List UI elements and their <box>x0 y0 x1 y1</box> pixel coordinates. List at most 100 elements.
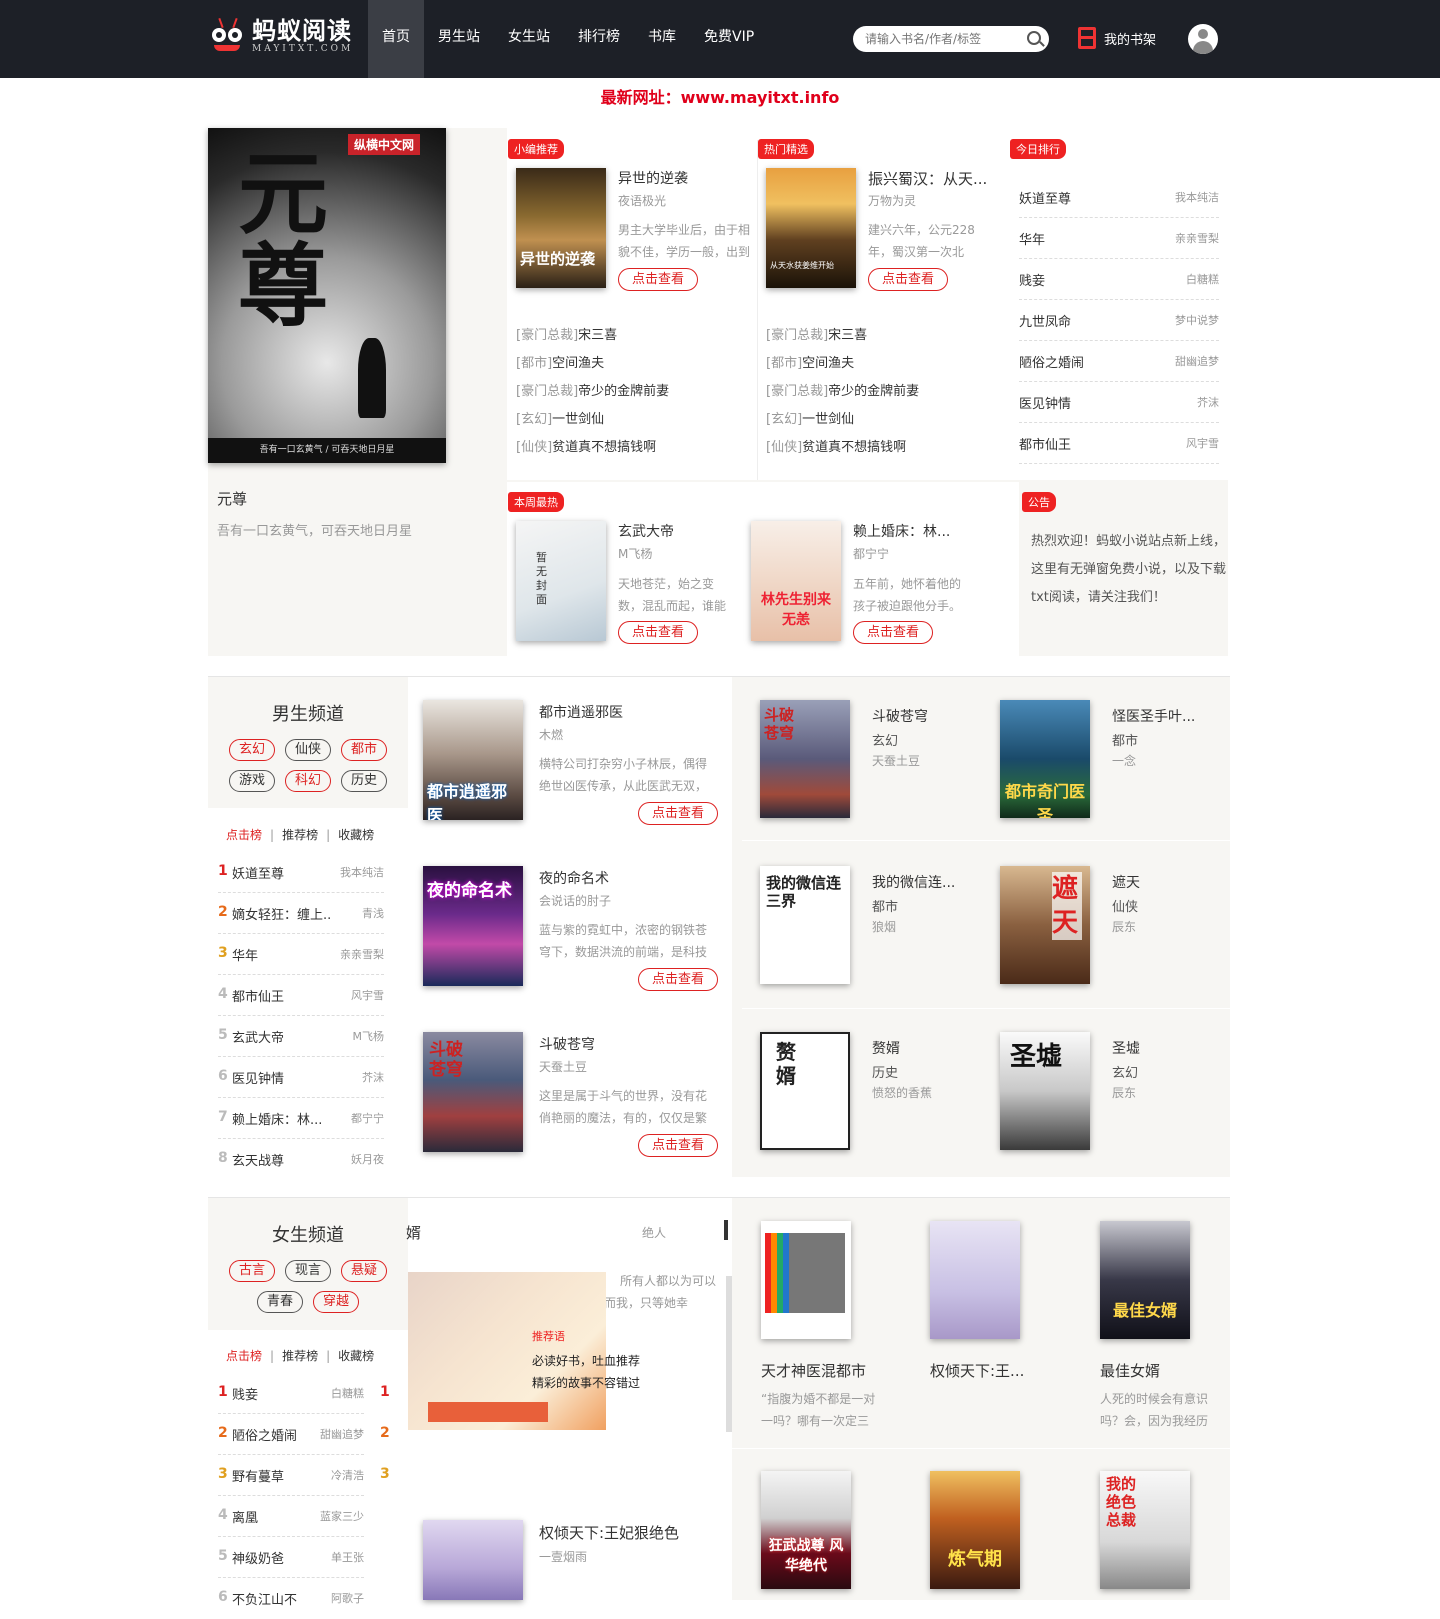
week-hot-view-button-2[interactable]: 点击查看 <box>853 621 933 644</box>
user-avatar-icon[interactable] <box>1188 24 1218 54</box>
male-grid-cover-3[interactable]: 我的微信连三界 <box>760 866 850 984</box>
rank-row[interactable]: 2 陋俗之婚闹 甜幽追梦 <box>218 1414 364 1455</box>
male-grid-cover-6[interactable]: 圣墟 <box>1000 1032 1090 1150</box>
male-grid-cover-1[interactable]: 斗破苍穹 <box>760 700 850 818</box>
female-grid-title-1[interactable]: 天才神医混都市 <box>761 1360 866 1381</box>
nav-library[interactable]: 书库 <box>634 0 690 78</box>
genre-pill[interactable]: 青春 <box>257 1291 303 1313</box>
list-item[interactable]: [都市]空间渔夫 <box>766 352 854 371</box>
list-item[interactable]: [仙侠]贫道真不想搞钱啊 <box>766 436 906 455</box>
rank-row[interactable]: 1 妖道至尊 我本纯洁 <box>218 852 384 893</box>
male-grid-cover-4[interactable]: 遮天 <box>1000 866 1090 984</box>
list-item[interactable]: [玄幻]一世剑仙 <box>516 408 604 427</box>
genre-pill[interactable]: 穿越 <box>313 1291 359 1313</box>
rank-row[interactable]: 妖道至尊 我本纯洁 <box>1019 178 1219 218</box>
genre-pill[interactable]: 仙侠 <box>285 739 331 761</box>
list-item[interactable]: [豪门总裁]宋三喜 <box>516 324 617 343</box>
tab-click-rank[interactable]: 点击榜 <box>226 828 262 842</box>
week-hot-title-1[interactable]: 玄武大帝 <box>618 521 674 541</box>
hot-pick-view-button[interactable]: 点击查看 <box>868 268 948 291</box>
nav-home[interactable]: 首页 <box>368 0 424 78</box>
male-feature-title-1[interactable]: 都市逍遥邪医 <box>539 702 623 722</box>
female-feature-title[interactable]: 权倾天下:王妃狠绝色 <box>539 1522 679 1543</box>
male-feature-view-button-2[interactable]: 点击查看 <box>638 968 718 991</box>
female-grid-cover-3[interactable]: 最佳女婿 <box>1100 1221 1190 1339</box>
female-feature-cover[interactable] <box>423 1520 523 1600</box>
list-item[interactable]: [都市]空间渔夫 <box>516 352 604 371</box>
list-item[interactable]: [豪门总裁]帝少的金牌前妻 <box>516 380 669 399</box>
editor-pick-view-button[interactable]: 点击查看 <box>618 268 698 291</box>
slide-cover-image[interactable] <box>408 1272 606 1430</box>
rank-row[interactable]: 都市仙王 风宇雪 <box>1019 424 1219 464</box>
list-item[interactable]: [豪门总裁]帝少的金牌前妻 <box>766 380 919 399</box>
editor-pick-title[interactable]: 异世的逆袭 <box>618 168 688 188</box>
tab-recommend-rank[interactable]: 推荐榜 <box>282 1349 318 1363</box>
male-grid-title-4[interactable]: 遮天 <box>1112 872 1140 892</box>
rank-row[interactable]: 2 嫡女轻狂：缠上... 青浅 <box>218 893 384 934</box>
week-hot-cover-1[interactable]: 暂无封面 <box>516 521 606 641</box>
genre-pill[interactable]: 悬疑 <box>341 1260 387 1282</box>
tab-click-rank[interactable]: 点击榜 <box>226 1349 262 1363</box>
search-icon[interactable] <box>1027 31 1041 45</box>
male-grid-cover-5[interactable]: 赘婿 <box>760 1032 850 1150</box>
site-logo[interactable]: 蚂蚁阅读 MAYITXT.COM <box>208 17 353 54</box>
tab-recommend-rank[interactable]: 推荐榜 <box>282 828 318 842</box>
male-feature-view-button-3[interactable]: 点击查看 <box>638 1134 718 1157</box>
rank-row[interactable]: 3 华年 亲亲雪梨 <box>218 934 384 975</box>
nav-rank[interactable]: 排行榜 <box>564 0 634 78</box>
female-grid-cover-2[interactable] <box>930 1221 1020 1339</box>
tab-favorite-rank[interactable]: 收藏榜 <box>338 828 374 842</box>
rank-row[interactable]: 3 野有蔓草 冷清浩 <box>218 1455 364 1496</box>
rank-row[interactable]: 贱妾 白糖糕 <box>1019 260 1219 300</box>
rank-row[interactable]: 7 赖上婚床：林... 都宁宁 <box>218 1098 384 1139</box>
week-hot-view-button-1[interactable]: 点击查看 <box>618 621 698 644</box>
rank-row[interactable]: 5 玄武大帝 M飞杨 <box>218 1016 384 1057</box>
tab-favorite-rank[interactable]: 收藏榜 <box>338 1349 374 1363</box>
rank-row[interactable]: 5 神级奶爸 单王张 <box>218 1537 364 1578</box>
male-grid-cover-2[interactable]: 都市奇门医圣 <box>1000 700 1090 818</box>
genre-pill[interactable]: 科幻 <box>285 770 331 792</box>
male-grid-title-2[interactable]: 怪医圣手叶... <box>1112 706 1222 726</box>
featured-title[interactable]: 元尊 <box>217 488 247 509</box>
rank-row[interactable]: 6 不负江山不 阿歌子 <box>218 1578 364 1619</box>
editor-pick-cover[interactable]: 异世的逆袭 <box>516 168 606 288</box>
female-grid-title-3[interactable]: 最佳女婿 <box>1100 1360 1160 1381</box>
rank-row[interactable]: 医见钟情 芥沫 <box>1019 383 1219 423</box>
genre-pill[interactable]: 现言 <box>285 1260 331 1282</box>
female-grid-cover-1[interactable] <box>761 1221 851 1339</box>
hot-pick-title[interactable]: 振兴蜀汉：从天... <box>868 168 987 189</box>
rank-row[interactable]: 华年 亲亲雪梨 <box>1019 219 1219 259</box>
week-hot-cover-2[interactable]: 林先生别来无恙 <box>751 521 841 641</box>
female-grid-cover-6[interactable]: 我的绝色总裁 <box>1100 1471 1190 1589</box>
male-feature-cover-1[interactable]: 都市逍遥邪医 <box>423 700 523 820</box>
male-grid-title-1[interactable]: 斗破苍穹 <box>872 706 928 726</box>
male-feature-view-button-1[interactable]: 点击查看 <box>638 802 718 825</box>
week-hot-title-2[interactable]: 赖上婚床：林... <box>853 521 963 541</box>
list-item[interactable]: [玄幻]一世剑仙 <box>766 408 854 427</box>
female-grid-cover-4[interactable]: 狂武战尊 风华绝代 <box>761 1471 851 1589</box>
rank-row[interactable]: 九世凤命 梦中说梦 <box>1019 301 1219 341</box>
female-grid-title-2[interactable]: 权倾天下:王... <box>930 1360 1040 1381</box>
male-feature-cover-3[interactable]: 斗破苍穹 <box>423 1032 523 1152</box>
featured-cover[interactable]: 纵横中文网 元尊 吾有一口玄黄气 / 可吞天地日月星 <box>208 128 446 463</box>
male-grid-title-3[interactable]: 我的微信连... <box>872 872 982 892</box>
hot-pick-cover[interactable]: 从天水获姜维开始 <box>766 168 856 288</box>
rank-row[interactable]: 1 贱妾 白糖糕 <box>218 1373 364 1414</box>
rank-row[interactable]: 4 都市仙王 风宇雪 <box>218 975 384 1016</box>
slide-partial-title[interactable]: 婿 <box>406 1222 421 1243</box>
rank-row[interactable]: 4 离凰 蓝家三少 <box>218 1496 364 1537</box>
genre-pill[interactable]: 都市 <box>341 739 387 761</box>
bookshelf-link[interactable]: 我的书架 <box>1078 27 1156 49</box>
rank-row[interactable]: 6 医见钟情 芥沫 <box>218 1057 384 1098</box>
male-feature-cover-2[interactable]: 夜的命名术 <box>423 866 523 986</box>
nav-male[interactable]: 男生站 <box>424 0 494 78</box>
nav-female[interactable]: 女生站 <box>494 0 564 78</box>
male-feature-title-2[interactable]: 夜的命名术 <box>539 868 609 888</box>
list-item[interactable]: [仙侠]贫道真不想搞钱啊 <box>516 436 656 455</box>
genre-pill[interactable]: 古言 <box>229 1260 275 1282</box>
search-input[interactable] <box>853 26 1013 52</box>
male-grid-title-5[interactable]: 赘婿 <box>872 1038 900 1058</box>
genre-pill[interactable]: 历史 <box>341 770 387 792</box>
genre-pill[interactable]: 玄幻 <box>229 739 275 761</box>
female-grid-cover-5[interactable]: 炼气期 <box>930 1471 1020 1589</box>
